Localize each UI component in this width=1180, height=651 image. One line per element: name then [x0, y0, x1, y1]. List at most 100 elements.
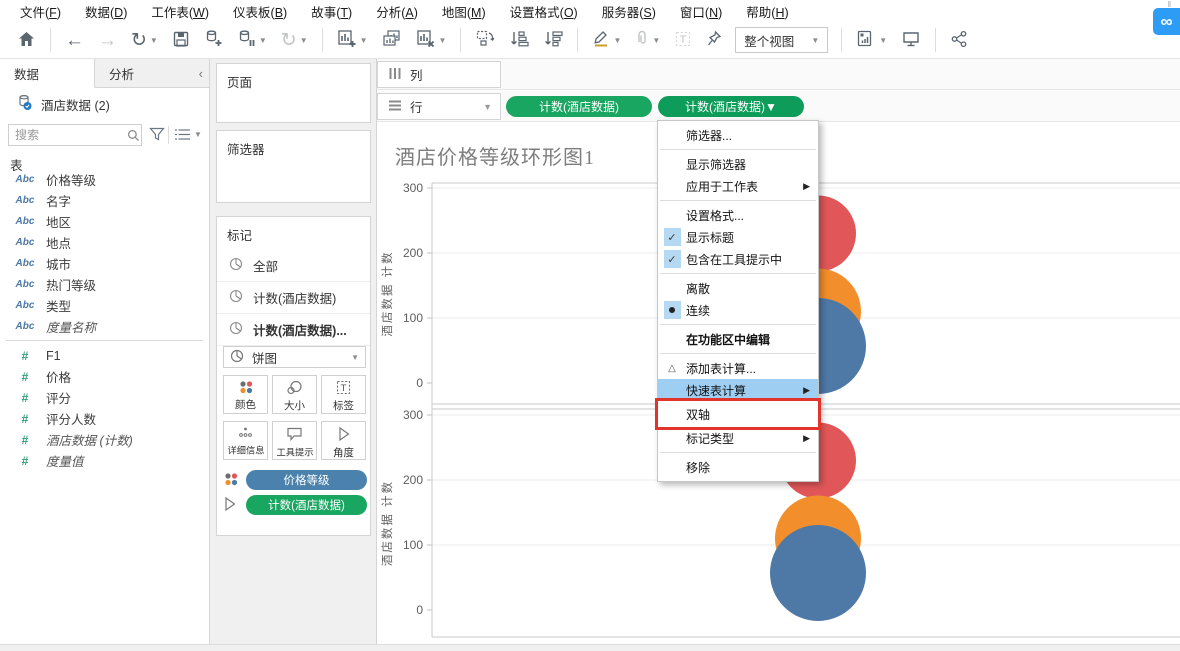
- menu-item-添加表计算[interactable]: △ 添加表计算...: [658, 357, 818, 379]
- sort-ascending-button[interactable]: [504, 25, 534, 55]
- replay-button[interactable]: ↻ ▼: [126, 25, 163, 55]
- tooltip-button[interactable]: 工具提示: [272, 421, 317, 460]
- collapse-pane-icon[interactable]: ‹: [199, 66, 203, 81]
- pill-计数(酒店数据)[interactable]: 计数(酒店数据): [246, 495, 367, 515]
- size-button[interactable]: 大小: [272, 375, 317, 414]
- field-热门等级[interactable]: Abc 热门等级: [0, 274, 209, 295]
- highlight-button[interactable]: ▼: [587, 25, 626, 55]
- field-地点[interactable]: Abc 地点: [0, 232, 209, 253]
- menu-D[interactable]: 数据(D): [73, 0, 139, 23]
- fix-axes-icon: [706, 30, 722, 51]
- datasource-item[interactable]: 酒店数据 (2): [0, 89, 209, 119]
- tab-data[interactable]: 数据: [0, 59, 95, 88]
- home-button[interactable]: [12, 25, 41, 55]
- share-button[interactable]: [945, 25, 973, 55]
- menu-M[interactable]: 地图(M): [430, 0, 498, 23]
- menu-A[interactable]: 分析(A): [364, 0, 430, 23]
- field-度量值[interactable]: # 度量值: [0, 450, 209, 471]
- annotation-button[interactable]: ▼: [630, 25, 665, 55]
- menu-item-标记类型[interactable]: 标记类型 ▶: [658, 427, 818, 449]
- search-input[interactable]: [9, 125, 117, 145]
- menu-N[interactable]: 窗口(N): [668, 0, 734, 23]
- tab-analytics[interactable]: 分析: [95, 59, 190, 87]
- menu-S[interactable]: 服务器(S): [590, 0, 668, 23]
- field-评分人数[interactable]: # 评分人数: [0, 408, 209, 429]
- menu-B[interactable]: 仪表板(B): [221, 0, 299, 23]
- detail-button[interactable]: 详细信息: [223, 421, 268, 460]
- new-worksheet-button[interactable]: ▼: [332, 25, 373, 55]
- recorder-overlay-icon[interactable]: ∞: [1153, 8, 1180, 35]
- pill-menu-caret-icon[interactable]: ▼: [765, 100, 777, 114]
- field-度量名称[interactable]: Abc 度量名称: [0, 316, 209, 337]
- marks-layer-计数(酒店数据)...[interactable]: 计数(酒店数据)...: [217, 314, 370, 346]
- field-城市[interactable]: Abc 城市: [0, 253, 209, 274]
- fix-axes-button[interactable]: [701, 25, 727, 55]
- mark-type-select[interactable]: 饼图 ▼: [223, 346, 366, 368]
- marks-layer-全部[interactable]: 全部: [217, 250, 370, 282]
- marks-layer-计数(酒店数据)[interactable]: 计数(酒店数据): [217, 282, 370, 314]
- new-datasource-button[interactable]: [199, 25, 228, 55]
- menu-F[interactable]: 文件(F): [8, 0, 73, 23]
- chevron-down-icon: ▼: [811, 35, 820, 45]
- field-label: 城市: [46, 258, 72, 272]
- menu-item-双轴[interactable]: 双轴: [655, 398, 821, 430]
- menu-item-在功能区中编辑[interactable]: 在功能区中编辑: [658, 328, 818, 350]
- clear-sheet-icon: [416, 29, 436, 51]
- menu-item-离散[interactable]: 离散: [658, 277, 818, 299]
- menu-item-设置格式[interactable]: 设置格式...: [658, 204, 818, 226]
- field-F1[interactable]: # F1: [0, 345, 209, 366]
- refresh-button[interactable]: ↻ ▼: [276, 25, 313, 55]
- pause-updates-button[interactable]: ▼: [232, 25, 272, 55]
- menu-item-显示筛选器[interactable]: 显示筛选器: [658, 153, 818, 175]
- presentation-mode-button[interactable]: [896, 25, 926, 55]
- color-button[interactable]: 颜色: [223, 375, 268, 414]
- show-me-button[interactable]: ▼: [851, 25, 892, 55]
- menu-item-移除[interactable]: 移除: [658, 456, 818, 478]
- pill-价格等级[interactable]: 价格等级: [246, 470, 367, 490]
- field-价格[interactable]: # 价格: [0, 366, 209, 387]
- swap-axes-button[interactable]: [470, 25, 500, 55]
- menu-item-快速表计算[interactable]: 快速表计算 ▶: [658, 379, 818, 401]
- rows-pill-1[interactable]: 计数(酒店数据): [506, 96, 652, 117]
- forward-button[interactable]: →: [93, 25, 122, 55]
- pill-label: 计数(酒店数据): [685, 100, 766, 114]
- back-button[interactable]: ←: [60, 25, 89, 55]
- svg-text:300: 300: [403, 408, 423, 422]
- menu-T[interactable]: 故事(T): [299, 0, 364, 23]
- menu-item-包含在工具提示中[interactable]: ✓ 包含在工具提示中: [658, 248, 818, 270]
- menu-item-显示标题[interactable]: ✓ 显示标题: [658, 226, 818, 248]
- database-icon: [16, 94, 33, 114]
- menu-item-连续[interactable]: 连续: [658, 299, 818, 321]
- textbox-button[interactable]: T: [669, 25, 697, 55]
- columns-shelf[interactable]: 列: [377, 59, 1180, 90]
- field-评分[interactable]: # 评分: [0, 387, 209, 408]
- menu-H[interactable]: 帮助(H): [734, 0, 800, 23]
- field-类型[interactable]: Abc 类型: [0, 295, 209, 316]
- field-名字[interactable]: Abc 名字: [0, 190, 209, 211]
- menu-O[interactable]: 设置格式(O): [498, 0, 590, 23]
- filters-card[interactable]: 筛选器: [216, 130, 371, 203]
- sort-descending-button[interactable]: [538, 25, 568, 55]
- rows-shelf[interactable]: 行 ▼ 计数(酒店数据) 计数(酒店数据) ▼: [377, 91, 1180, 122]
- save-button[interactable]: [167, 25, 195, 55]
- pages-card[interactable]: 页面: [216, 63, 371, 123]
- rows-pill-2[interactable]: 计数(酒店数据) ▼: [658, 96, 804, 117]
- menu-item-筛选器[interactable]: 筛选器...: [658, 124, 818, 146]
- clear-sheet-button[interactable]: ▼: [411, 25, 452, 55]
- duplicate-sheet-button[interactable]: [377, 25, 407, 55]
- rows-shelf-label: 行 ▼: [377, 93, 501, 120]
- chevron-down-icon[interactable]: ▼: [483, 102, 492, 112]
- fit-selector[interactable]: 整个视图 ▼: [735, 27, 829, 53]
- field-地区[interactable]: Abc 地区: [0, 211, 209, 232]
- pie-mark[interactable]: [770, 524, 866, 621]
- pause-overlay-icon[interactable]: ‖: [1168, 0, 1172, 9]
- menu-W[interactable]: 工作表(W): [139, 0, 221, 23]
- menu-separator: [658, 350, 818, 357]
- view-list-icon[interactable]: ▼: [174, 127, 202, 142]
- angle-button[interactable]: 角度: [321, 421, 366, 460]
- label-button[interactable]: T 标签: [321, 375, 366, 414]
- field-价格等级[interactable]: Abc 价格等级: [0, 169, 209, 190]
- filter-fields-icon[interactable]: [148, 125, 166, 146]
- menu-item-应用于工作表[interactable]: 应用于工作表 ▶: [658, 175, 818, 197]
- field-酒店数据 (计数)[interactable]: # 酒店数据 (计数): [0, 429, 209, 450]
